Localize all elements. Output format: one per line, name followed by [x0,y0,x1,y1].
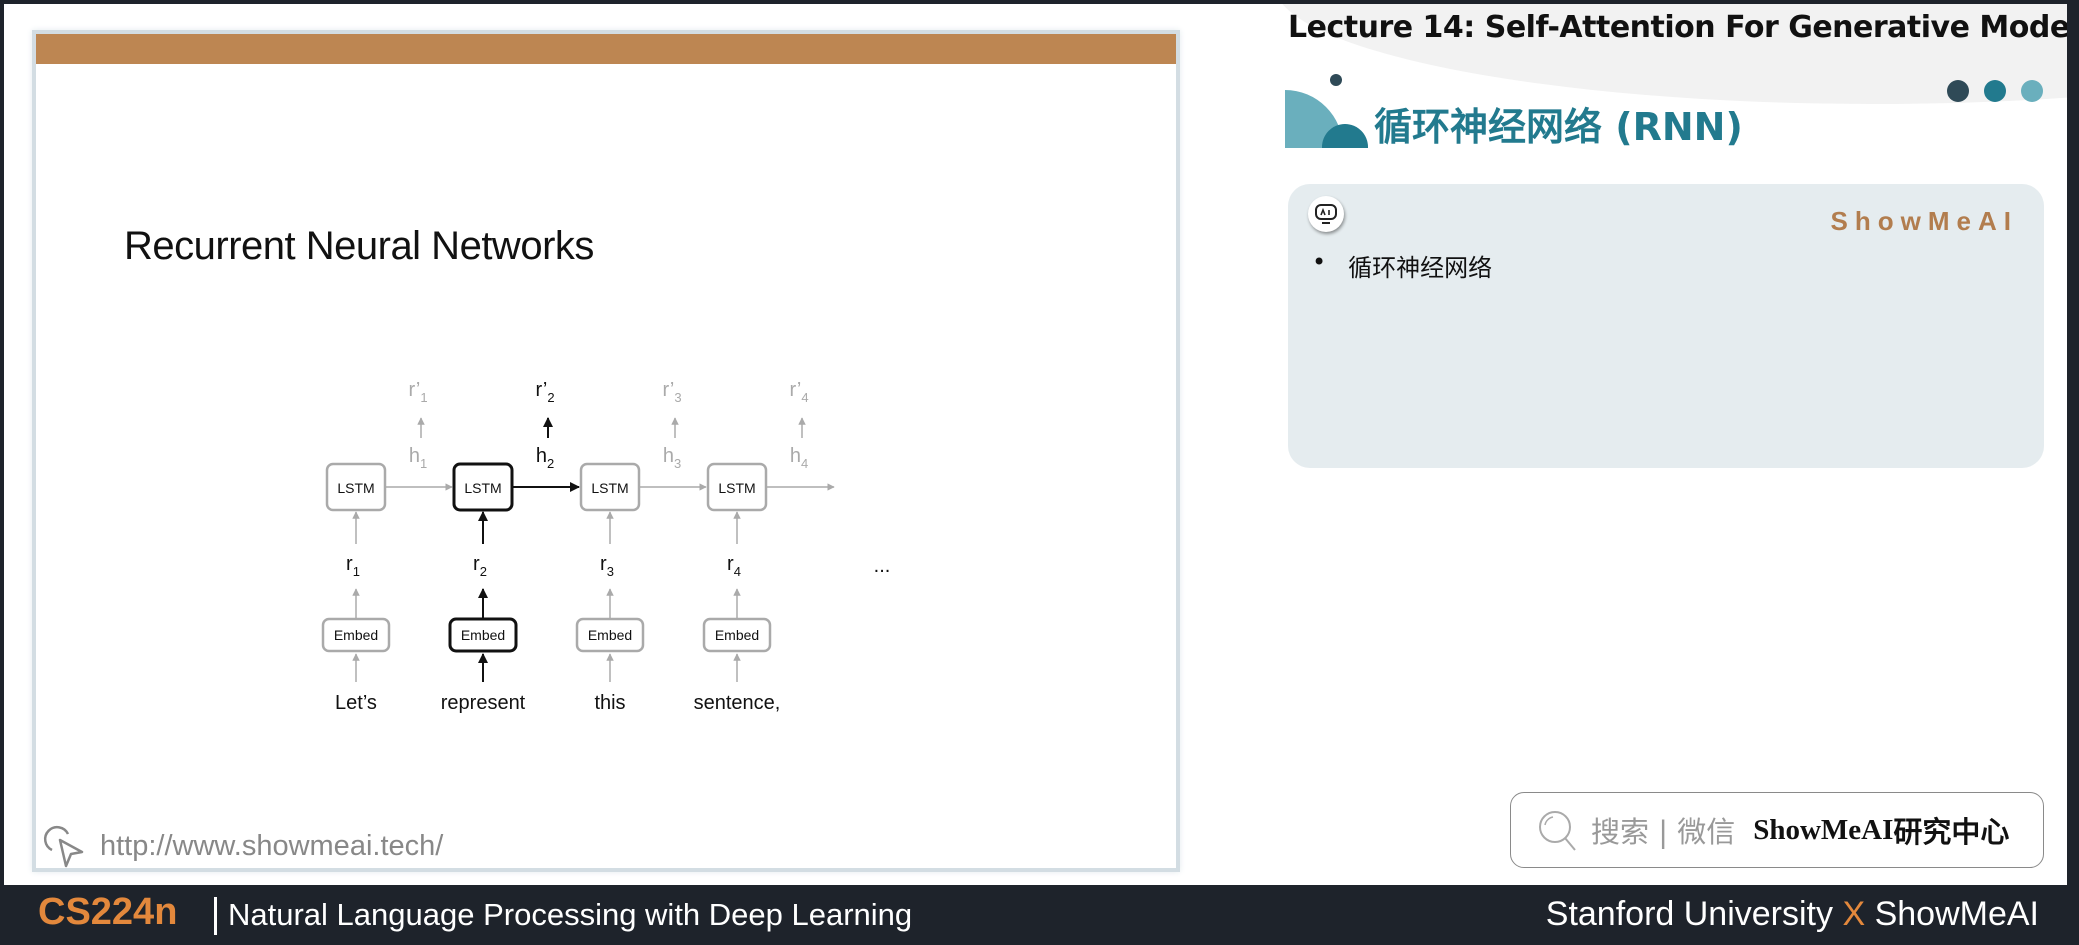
notes-card: ShowMeAI • 循环神经网络 [1288,184,2044,468]
search-icon [1539,811,1576,851]
output-r-prime-label: r’2 [535,379,554,405]
embed-label: Embed [334,627,378,643]
word-label: sentence, [694,692,781,714]
course-code: CS224n [38,891,178,933]
embed-label: Embed [461,627,505,643]
input-r-label: r1 [346,553,360,579]
search-brand-cn: 研究中心 [1893,815,2010,849]
decor-dot [1330,74,1342,86]
lecture-title: Lecture 14: Self-Attention For Generativ… [1288,10,2067,45]
hidden-h-label: h3 [663,445,681,471]
url-row: http://www.showmeai.tech/ [42,822,443,870]
lstm-label: LSTM [464,480,501,496]
partner-right: ShowMeAI [1874,895,2039,933]
search-box[interactable]: 搜索 | 微信 ShowMeAI 研究中心 [1510,792,2044,868]
partner-x: X [1842,895,1866,933]
partner-credit: Stanford University X ShowMeAI [1546,895,2039,934]
embed-label: Embed [715,627,759,643]
nav-dot-3 [2021,80,2043,102]
nav-dots [1947,80,2043,102]
partner-left: Stanford University [1545,895,1833,933]
nav-dot-2 [1984,80,2006,102]
website-link[interactable]: http://www.showmeai.tech/ [100,830,443,863]
slide-canvas: Lecture 14: Self-Attention For Generativ… [4,4,2067,885]
embed-label: Embed [588,627,632,643]
output-r-prime-label: r’4 [789,379,808,405]
hidden-h-label: h1 [409,445,427,471]
search-brand: ShowMeAI [1753,813,1894,846]
hidden-h-label: h4 [790,445,808,471]
footer-divider [214,897,217,935]
output-r-prime-label: r’1 [408,379,427,405]
embedded-slide: Recurrent Neural Networks Let’s Embed r1 LS… [36,34,1176,868]
footer-bar: CS224n Natural Language Processing with … [0,885,2079,945]
card-brand: ShowMeAI [1830,206,2018,236]
bullet-text: 循环神经网络 [1348,254,1493,282]
lstm-label: LSTM [718,480,755,496]
word-label: represent [441,692,526,714]
input-r-label: r2 [473,553,487,579]
hidden-h-label: h2 [536,445,554,471]
output-r-prime-label: r’3 [662,379,681,405]
input-r-label: r4 [727,553,741,579]
lstm-label: LSTM [337,480,374,496]
cursor-click-icon [43,825,84,868]
search-placeholder: 搜索 | 微信 [1591,815,1736,849]
robot-icon [1308,196,1344,232]
section-title: 循环神经网络 (RNN) [1374,105,1743,149]
ellipsis-label: ... [874,555,891,577]
course-name: Natural Language Processing with Deep Le… [228,897,913,932]
nav-dot-1 [1947,80,1969,102]
lstm-label: LSTM [591,480,628,496]
bullet-dot: • [1312,248,1327,276]
bullet-item: • 循环神经网络 [1312,248,1492,283]
word-label: Let’s [335,692,377,714]
rnn-diagram: Let’s Embed r1 LSTM h1 r’1 represent Embed r2 LST… [321,379,891,714]
input-r-label: r3 [600,553,614,579]
word-label: this [594,692,625,714]
